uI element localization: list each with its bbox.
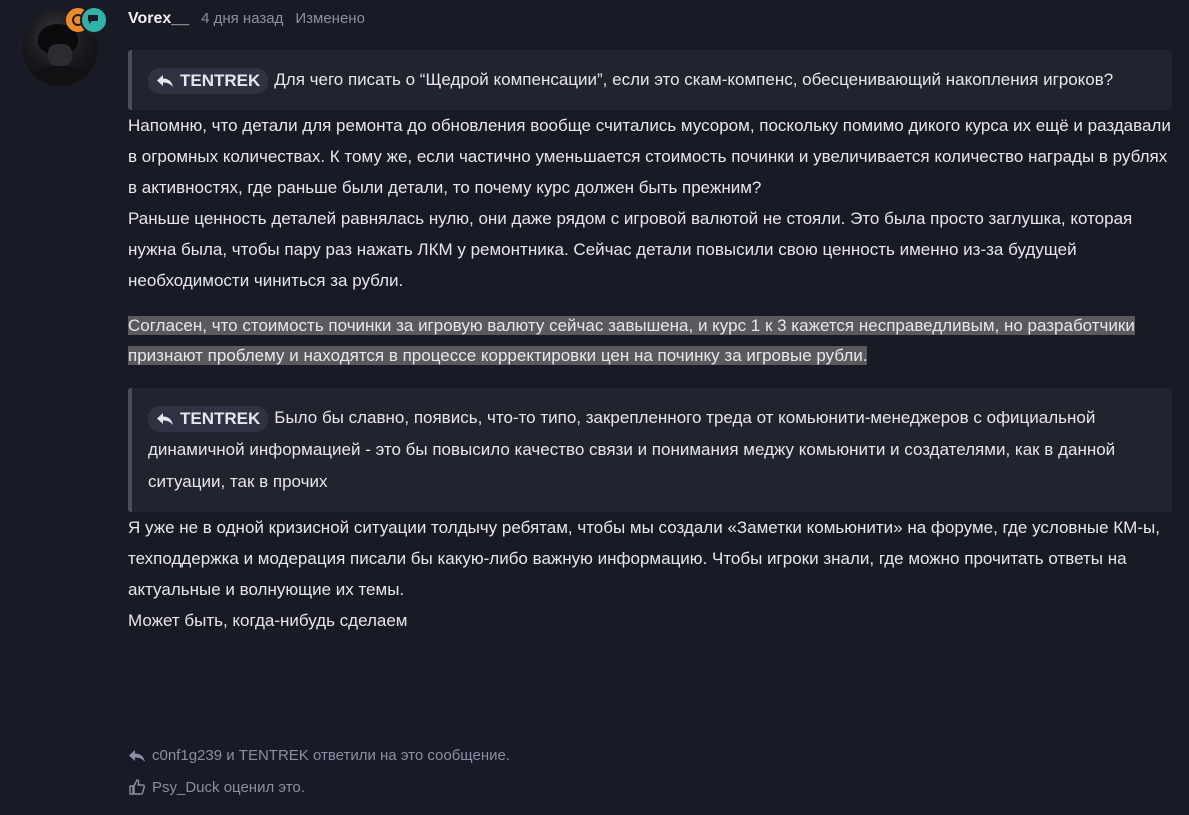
quote-text: Было бы славно, появись, что-то типо, за… (148, 408, 1116, 491)
paragraph: Может быть, когда-нибудь сделаем (128, 611, 408, 630)
selected-text: Согласен, что стоимость починки за игров… (128, 311, 1172, 371)
replies-info[interactable]: c0nf1g239 и TENTREK ответили на это сооб… (128, 747, 510, 764)
username-link[interactable]: Vorex__ (128, 10, 189, 28)
likes-info[interactable]: Psy_Duck оценил это. (128, 778, 305, 796)
reply-arrow-icon (157, 412, 173, 425)
avatar-face (48, 44, 72, 66)
edited-label[interactable]: Изменено (295, 10, 365, 27)
quote-author-link[interactable]: TENTREK (148, 67, 269, 94)
post-header: Vorex__ 4 дня назад Изменено (128, 10, 365, 28)
reply-arrow-icon (157, 74, 173, 87)
quote-block: TENTREK Для чего писать о “Щедрой компен… (128, 50, 1172, 110)
post-time[interactable]: 4 дня назад (201, 10, 283, 27)
post-body: TENTREK Для чего писать о “Щедрой компен… (128, 50, 1172, 636)
quote-author-name: TENTREK (180, 70, 261, 90)
likes-text: Psy_Duck оценил это. (152, 778, 305, 796)
thumbs-up-icon (129, 779, 145, 795)
quote-text: Для чего писать о “Щедрой компенсации”, … (274, 70, 1114, 89)
reply-icon (129, 749, 145, 762)
chat-badge-icon (80, 6, 108, 34)
paragraph: Раньше ценность деталей равнялась нулю, … (128, 209, 1133, 290)
quote-block: TENTREK Было бы славно, появись, что-то … (128, 388, 1172, 512)
paragraph: Я уже не в одной кризисной ситуации толд… (128, 518, 1160, 599)
quote-author-link[interactable]: TENTREK (148, 405, 269, 432)
replies-text: c0nf1g239 и TENTREK ответили на это сооб… (152, 747, 510, 764)
quote-author-name: TENTREK (180, 408, 261, 428)
user-avatar-group[interactable] (22, 6, 108, 88)
selected-text-content: Согласен, что стоимость починки за игров… (128, 316, 1135, 365)
paragraph: Напомню, что детали для ремонта до обнов… (128, 116, 1171, 197)
avatar-body (28, 66, 92, 86)
